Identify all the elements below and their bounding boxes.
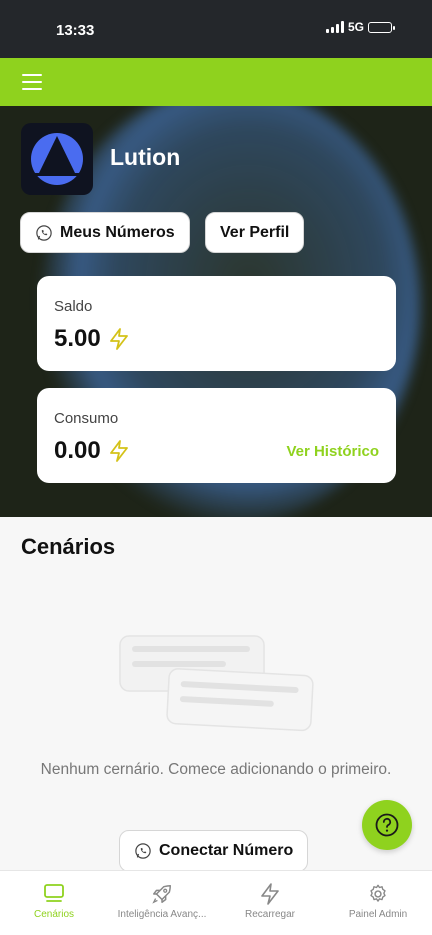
battery-icon: [368, 21, 395, 33]
empty-chat-illustration: [119, 635, 314, 732]
nav-item-admin-panel[interactable]: Painel Admin: [324, 871, 432, 935]
view-profile-button[interactable]: Ver Perfil: [205, 212, 305, 253]
top-app-bar: [0, 58, 432, 106]
hero-section: Lution Meus Números Ver Perfil Saldo 5.0…: [0, 106, 432, 517]
consumption-card: Consumo 0.00 Ver Histórico: [37, 388, 396, 483]
help-icon: [375, 813, 399, 837]
empty-state-message: Nenhum cernário. Comece adicionando o pr…: [40, 761, 392, 778]
menu-icon[interactable]: [22, 74, 42, 90]
consumption-label: Consumo: [54, 410, 119, 427]
nav-label-admin-panel: Painel Admin: [348, 909, 408, 920]
my-numbers-label: Meus Números: [60, 223, 175, 241]
connect-number-label: Conectar Número: [159, 842, 294, 859]
nav-label-scenarios: Cenários: [33, 909, 75, 920]
scenarios-section: Cenários Nenhum cernário. Comece adicion…: [0, 517, 432, 872]
gear-icon: [370, 884, 386, 902]
nav-label-advanced-intelligence: Inteligência Avanç...: [117, 909, 207, 920]
network-label: 5G: [347, 20, 364, 34]
logo-icon: [31, 133, 83, 185]
help-button[interactable]: [362, 800, 412, 850]
nav-item-advanced-intelligence[interactable]: Inteligência Avanç...: [108, 871, 216, 935]
whatsapp-icon: [135, 843, 151, 859]
whatsapp-icon: [36, 224, 52, 241]
balance-value: 5.00: [54, 325, 101, 352]
status-time: 13:33: [56, 22, 95, 39]
nav-label-recharge: Recarregar: [244, 909, 296, 920]
status-indicators: 5G: [325, 20, 395, 34]
lightning-icon: [109, 440, 128, 462]
view-profile-label: Ver Perfil: [220, 223, 290, 241]
connect-number-button[interactable]: Conectar Número: [119, 830, 309, 872]
balance-value-row: 5.00: [54, 325, 129, 353]
nav-item-scenarios[interactable]: Cenários: [0, 871, 108, 935]
nav-item-recharge[interactable]: Recarregar: [216, 871, 324, 935]
bottom-navigation: Cenários Inteligência Avanç... Recarrega…: [0, 870, 432, 935]
consumption-value-row: 0.00: [54, 437, 129, 465]
view-history-link[interactable]: Ver Histórico: [286, 443, 379, 460]
brand-name: Lution: [110, 144, 181, 170]
balance-label: Saldo: [54, 298, 93, 315]
monitor-icon: [44, 884, 64, 902]
my-numbers-button[interactable]: Meus Números: [20, 212, 190, 253]
lightning-icon: [261, 883, 279, 905]
section-title: Cenários: [21, 534, 116, 559]
signal-icon: [325, 21, 344, 33]
rocket-icon: [152, 885, 171, 904]
balance-card: Saldo 5.00: [37, 276, 396, 371]
status-bar: 13:33 5G: [0, 0, 432, 58]
consumption-value: 0.00: [54, 437, 101, 464]
lightning-icon: [109, 328, 128, 350]
app-logo: [21, 123, 93, 195]
